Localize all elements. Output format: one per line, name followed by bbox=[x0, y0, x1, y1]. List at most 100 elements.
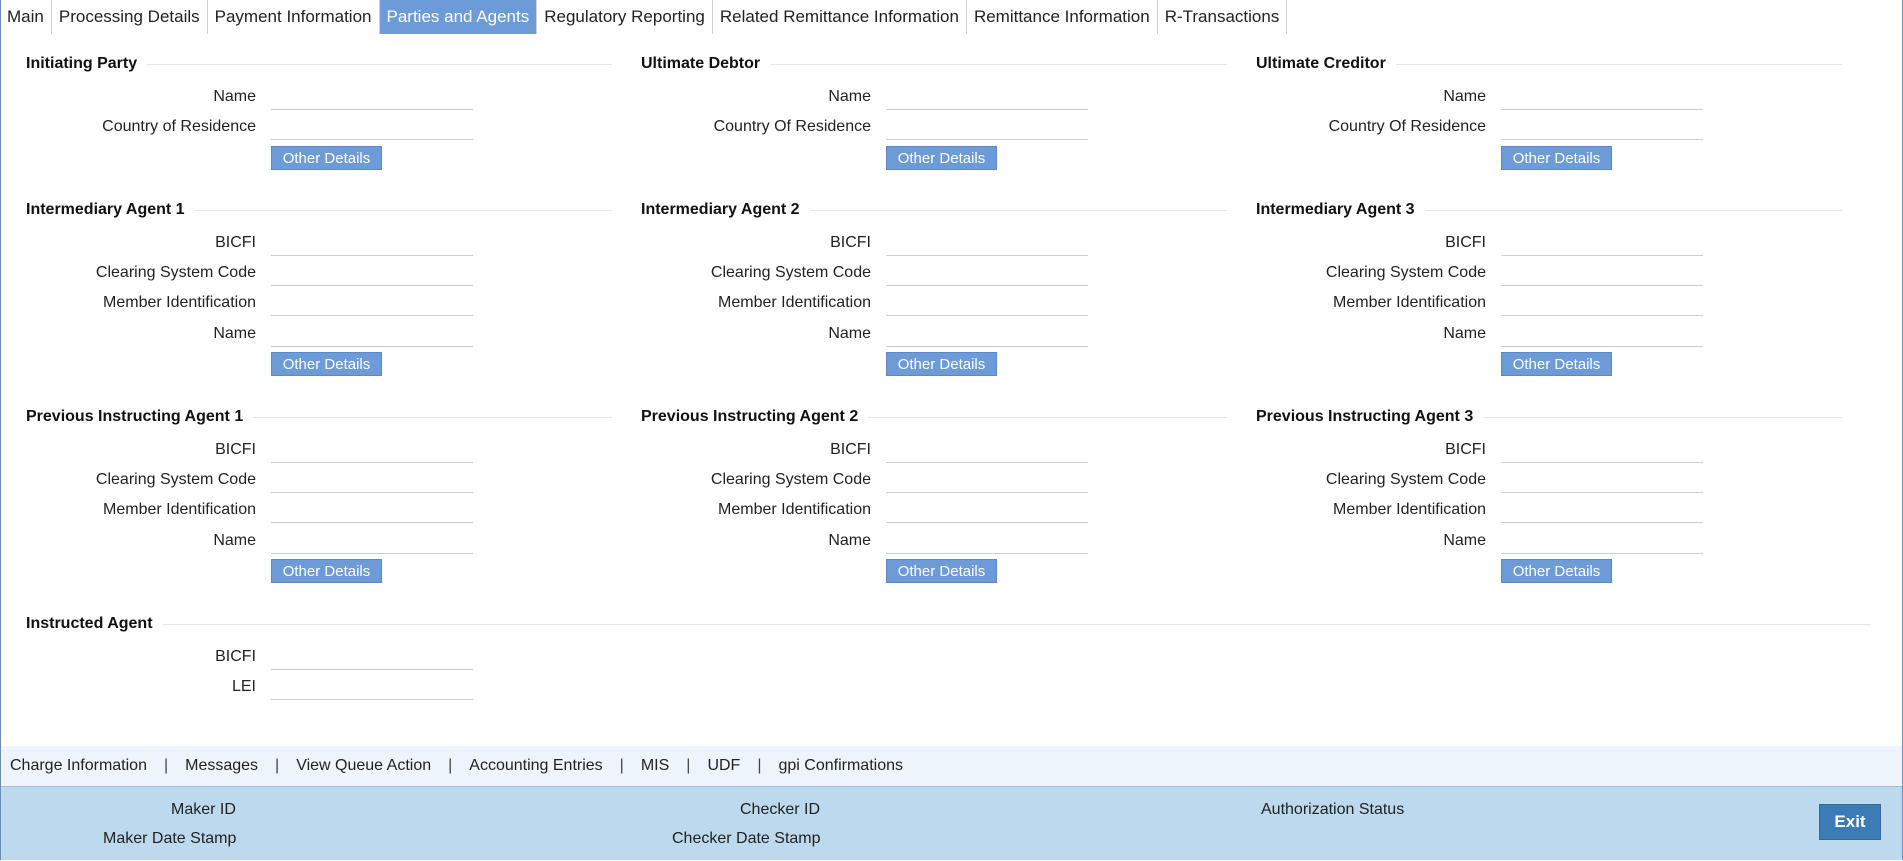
tab-parties-and-agents[interactable]: Parties and Agents bbox=[379, 0, 538, 34]
field-label: Member Identification bbox=[718, 501, 871, 518]
field-label: Country Of Residence bbox=[713, 118, 871, 135]
field-label: Clearing System Code bbox=[710, 264, 871, 281]
other-details-button[interactable]: Other Details bbox=[1501, 559, 1612, 583]
other-details-button[interactable]: Other Details bbox=[886, 352, 997, 376]
footer-audit-panel: Maker ID Maker Date Stamp Checker ID Che… bbox=[1, 786, 1902, 860]
field-label: Name bbox=[213, 325, 256, 342]
link-separator: | bbox=[275, 757, 280, 774]
field-label: BICFI bbox=[215, 441, 256, 458]
name-input[interactable] bbox=[271, 320, 473, 347]
country-of-residence-input[interactable] bbox=[271, 113, 473, 140]
other-details-button[interactable]: Other Details bbox=[886, 559, 997, 583]
bicfi-input[interactable] bbox=[1501, 436, 1703, 463]
member-identification-input[interactable] bbox=[271, 289, 473, 316]
field-label: Clearing System Code bbox=[1325, 471, 1486, 488]
section-title: Intermediary Agent 3 bbox=[1256, 201, 1415, 218]
field-label: Clearing System Code bbox=[95, 264, 256, 281]
bicfi-input[interactable] bbox=[1501, 229, 1703, 256]
member-identification-input[interactable] bbox=[886, 496, 1088, 523]
lei-input[interactable] bbox=[271, 673, 473, 700]
bicfi-input[interactable] bbox=[271, 229, 473, 256]
field-label: BICFI bbox=[830, 441, 871, 458]
member-identification-input[interactable] bbox=[271, 496, 473, 523]
link-udf[interactable]: UDF bbox=[698, 757, 749, 775]
bottom-link-bar: Charge Information | Messages | View Que… bbox=[1, 746, 1902, 786]
link-separator: | bbox=[686, 757, 691, 774]
link-charge-information[interactable]: Charge Information bbox=[1, 757, 156, 775]
clearing-system-code-input[interactable] bbox=[1501, 466, 1703, 493]
maker-id-label: Maker ID bbox=[171, 801, 236, 818]
bicfi-input[interactable] bbox=[271, 643, 473, 670]
link-separator: | bbox=[163, 757, 169, 774]
bicfi-input[interactable] bbox=[271, 436, 473, 463]
field-label: Clearing System Code bbox=[710, 471, 871, 488]
exit-button[interactable]: Exit bbox=[1819, 804, 1881, 840]
member-identification-input[interactable] bbox=[1501, 289, 1703, 316]
link-mis[interactable]: MIS bbox=[632, 757, 678, 775]
field-label: BICFI bbox=[215, 648, 256, 665]
field-label: Name bbox=[828, 325, 871, 342]
name-input[interactable] bbox=[1501, 527, 1703, 554]
tab-remittance-information[interactable]: Remittance Information bbox=[967, 0, 1158, 34]
link-messages[interactable]: Messages bbox=[176, 757, 267, 775]
section-title: Instructed Agent bbox=[26, 615, 153, 632]
field-label: Name bbox=[1443, 325, 1486, 342]
tab-regulatory-reporting[interactable]: Regulatory Reporting bbox=[537, 0, 713, 34]
name-input[interactable] bbox=[1501, 320, 1703, 347]
name-input[interactable] bbox=[271, 83, 473, 110]
field-label: LEI bbox=[231, 678, 256, 695]
field-label: Clearing System Code bbox=[95, 471, 256, 488]
tab-payment-information[interactable]: Payment Information bbox=[208, 0, 380, 34]
clearing-system-code-input[interactable] bbox=[886, 259, 1088, 286]
link-gpi-confirmations[interactable]: gpi Confirmations bbox=[769, 757, 912, 775]
field-label: Country Of Residence bbox=[1328, 118, 1486, 135]
bicfi-input[interactable] bbox=[886, 436, 1088, 463]
link-separator: | bbox=[757, 757, 762, 774]
tab-r-transactions[interactable]: R-Transactions bbox=[1158, 0, 1288, 34]
tab-processing-details[interactable]: Processing Details bbox=[52, 0, 208, 34]
field-label: Member Identification bbox=[718, 294, 871, 311]
field-label: Name bbox=[1443, 532, 1486, 549]
other-details-button[interactable]: Other Details bbox=[1501, 352, 1612, 376]
field-label: BICFI bbox=[1445, 441, 1486, 458]
field-label: Country of Residence bbox=[102, 118, 256, 135]
field-label: Name bbox=[828, 88, 871, 105]
member-identification-input[interactable] bbox=[1501, 496, 1703, 523]
section-title: Intermediary Agent 2 bbox=[641, 201, 800, 218]
member-identification-input[interactable] bbox=[886, 289, 1088, 316]
field-label: Member Identification bbox=[1333, 294, 1486, 311]
link-view-queue-action[interactable]: View Queue Action bbox=[287, 757, 440, 775]
field-label: BICFI bbox=[830, 234, 871, 251]
field-label: Name bbox=[828, 532, 871, 549]
other-details-button[interactable]: Other Details bbox=[1501, 146, 1612, 170]
tab-main[interactable]: Main bbox=[0, 0, 52, 34]
section-title: Previous Instructing Agent 1 bbox=[26, 408, 244, 425]
section-title: Initiating Party bbox=[26, 55, 138, 72]
field-label: Member Identification bbox=[103, 294, 256, 311]
section-title: Ultimate Debtor bbox=[641, 55, 761, 72]
country-of-residence-input[interactable] bbox=[1501, 113, 1703, 140]
field-label: Name bbox=[1443, 88, 1486, 105]
bicfi-input[interactable] bbox=[886, 229, 1088, 256]
country-of-residence-input[interactable] bbox=[886, 113, 1088, 140]
field-label: Name bbox=[213, 88, 256, 105]
name-input[interactable] bbox=[886, 527, 1088, 554]
clearing-system-code-input[interactable] bbox=[271, 259, 473, 286]
name-input[interactable] bbox=[271, 527, 473, 554]
checker-id-label: Checker ID bbox=[740, 801, 821, 818]
section-title: Ultimate Creditor bbox=[1256, 55, 1386, 72]
authorization-status-label: Authorization Status bbox=[1261, 801, 1405, 818]
name-input[interactable] bbox=[1501, 83, 1703, 110]
section-title: Intermediary Agent 1 bbox=[26, 201, 185, 218]
other-details-button[interactable]: Other Details bbox=[271, 352, 382, 376]
link-accounting-entries[interactable]: Accounting Entries bbox=[460, 757, 611, 775]
name-input[interactable] bbox=[886, 320, 1088, 347]
tab-related-remittance-information[interactable]: Related Remittance Information bbox=[713, 0, 967, 34]
clearing-system-code-input[interactable] bbox=[1501, 259, 1703, 286]
name-input[interactable] bbox=[886, 83, 1088, 110]
other-details-button[interactable]: Other Details bbox=[271, 146, 382, 170]
other-details-button[interactable]: Other Details bbox=[886, 146, 997, 170]
clearing-system-code-input[interactable] bbox=[271, 466, 473, 493]
other-details-button[interactable]: Other Details bbox=[271, 559, 382, 583]
clearing-system-code-input[interactable] bbox=[886, 466, 1088, 493]
